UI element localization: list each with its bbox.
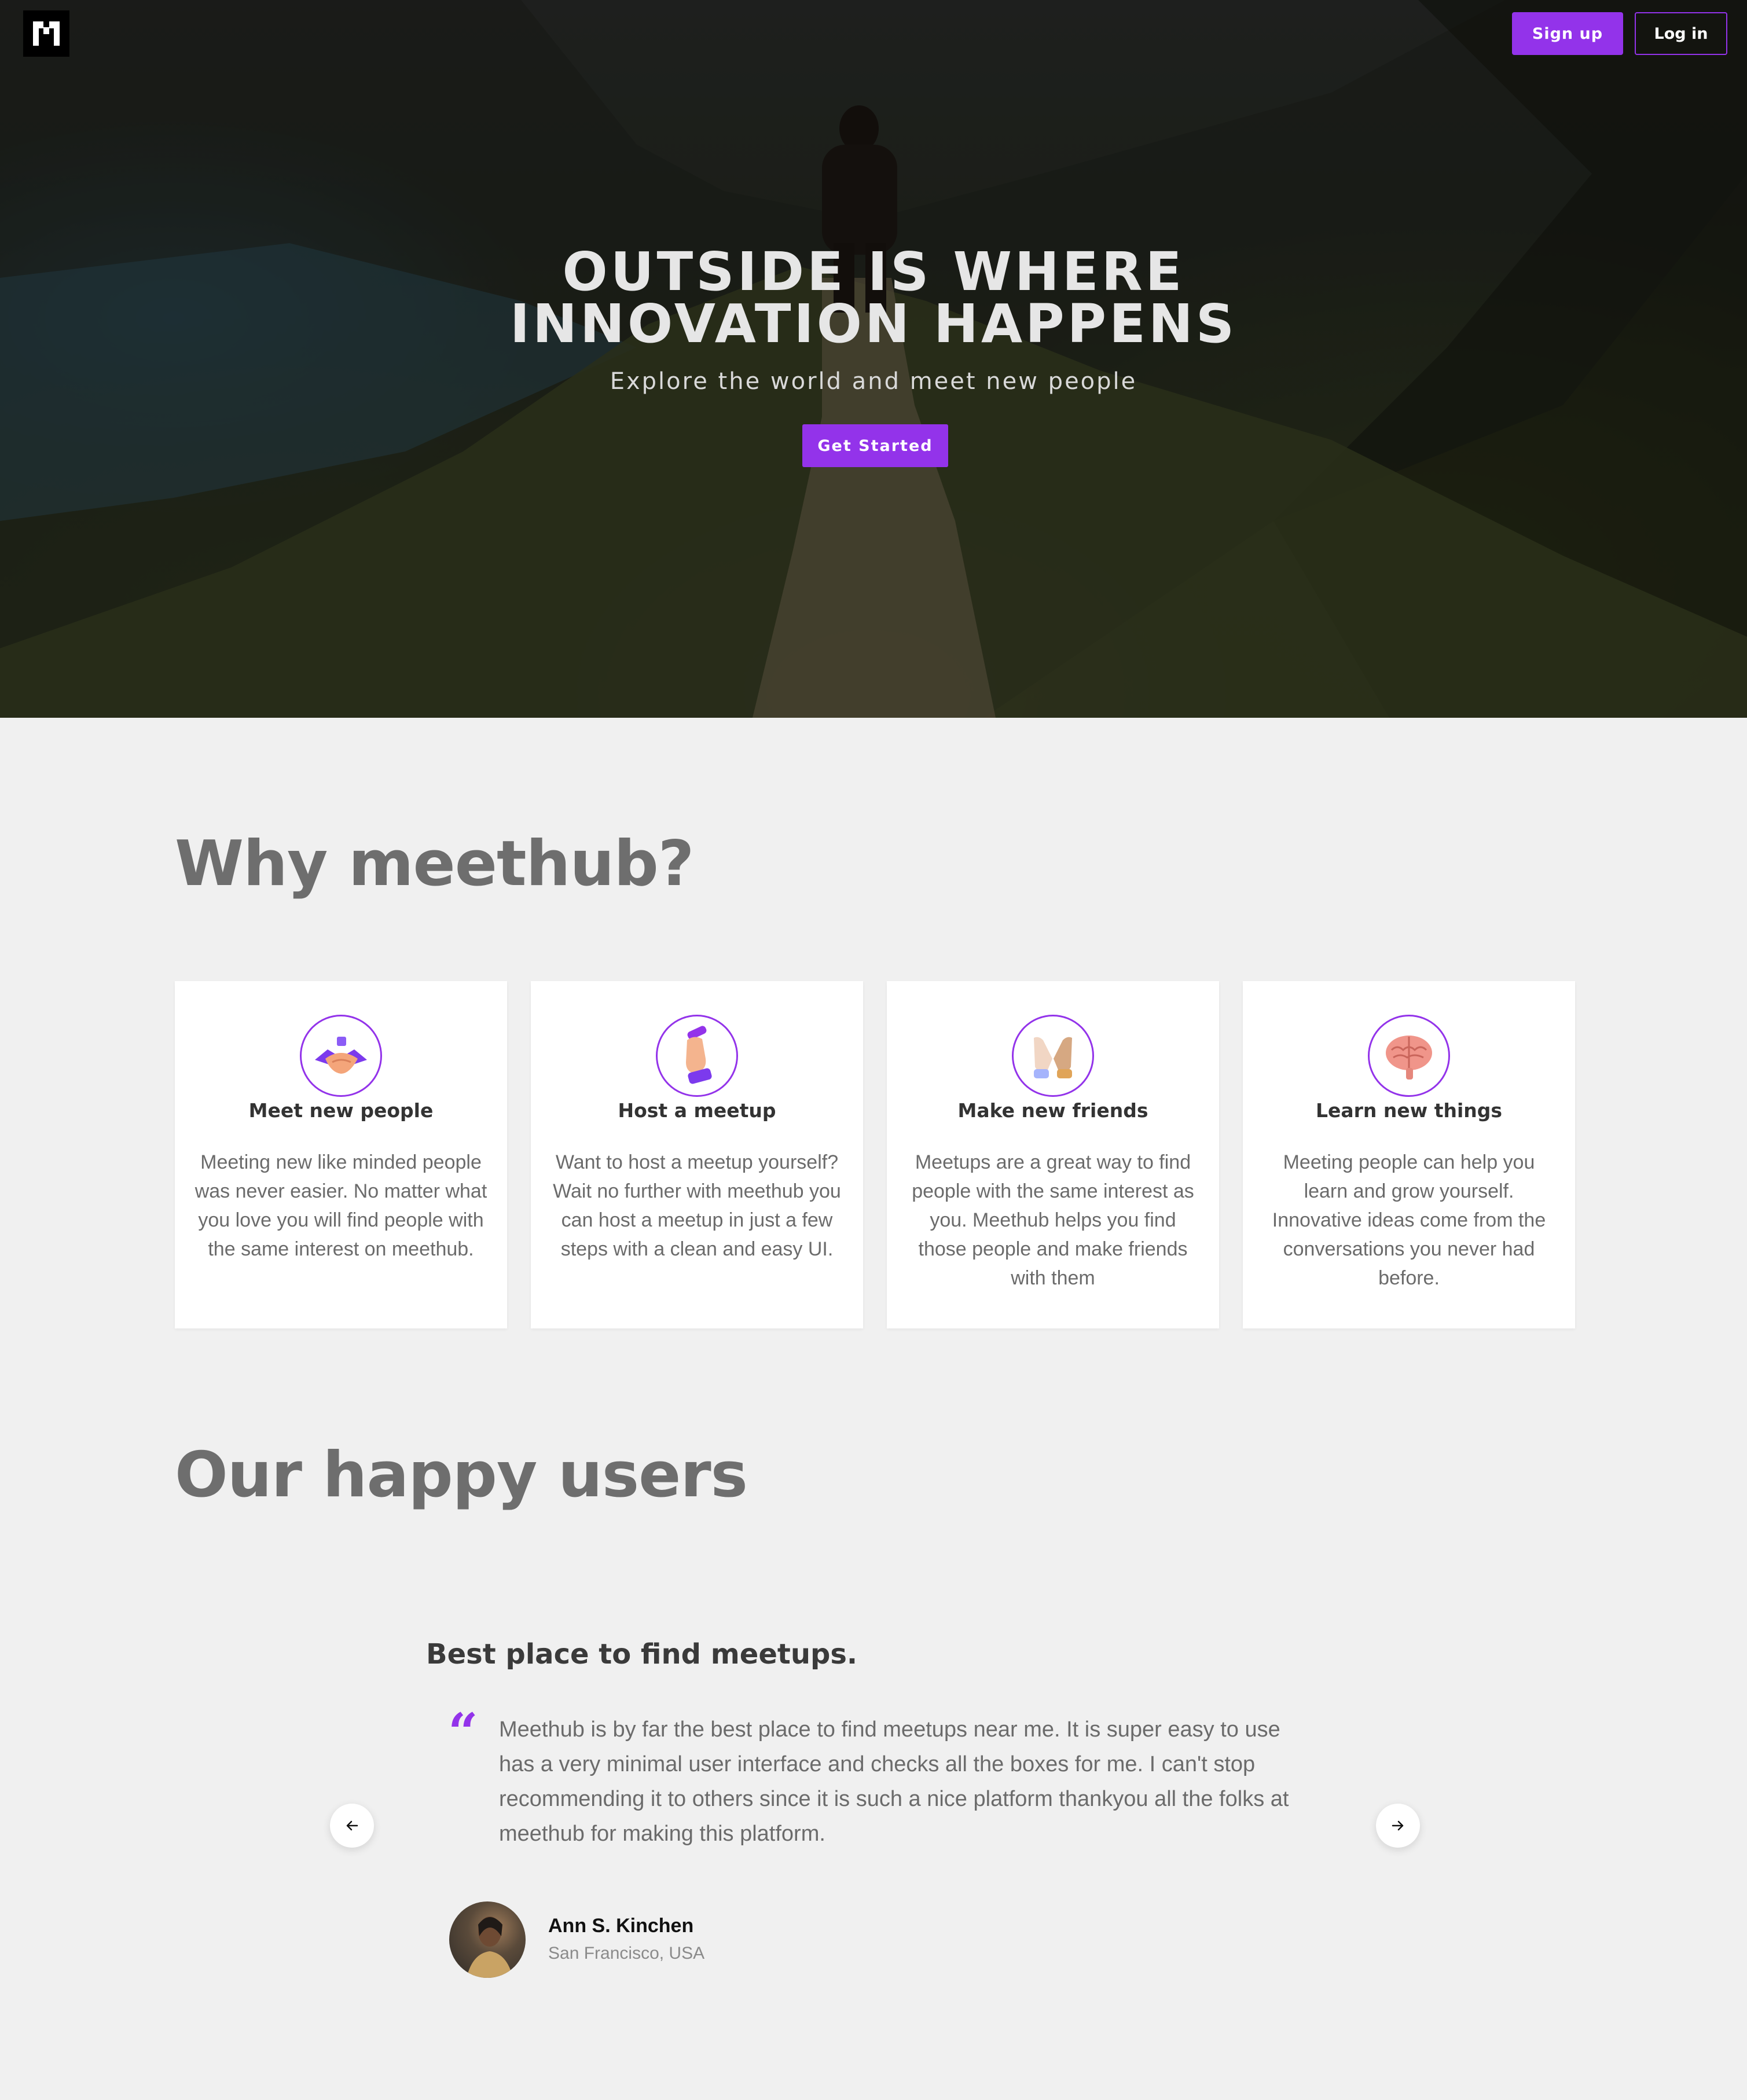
testimonial-author-location: San Francisco, USA (548, 1944, 705, 1963)
feature-card-title: Learn new things (1315, 1099, 1503, 1122)
hero-title-line-2: INNOVATION HAPPENS (509, 293, 1238, 355)
feature-card-description: Meeting new like minded people was never… (194, 1151, 487, 1260)
testimonial-author-name: Ann S. Kinchen (548, 1915, 694, 1937)
feature-card-learn-things: Learn new things Meeting people can help… (1243, 981, 1575, 1328)
meethub-logo-icon[interactable] (23, 10, 69, 57)
hero-overlay (0, 0, 1747, 718)
feature-card-make-friends: Make new friends Meetups are a great way… (887, 981, 1219, 1328)
next-testimonial-button[interactable] (1376, 1804, 1420, 1848)
testimonial-quote: Meethub is by far the best place to find… (499, 1717, 1289, 1846)
quote-icon: “ (448, 1702, 478, 1763)
feature-card-description: Want to host a meetup yourself? Wait no … (553, 1151, 841, 1260)
feature-card-title: Meet new people (248, 1099, 434, 1122)
avatar (449, 1901, 526, 1978)
arrow-right-icon (1392, 1820, 1404, 1831)
testimonial-heading: Best place to find meetups. (426, 1638, 858, 1671)
get-started-button[interactable]: Get Started (802, 424, 948, 467)
brain-icon (1368, 1015, 1450, 1097)
arrow-left-icon (346, 1820, 358, 1831)
handshake-icon (300, 1015, 382, 1097)
prev-testimonial-button[interactable] (330, 1804, 374, 1848)
why-section-title: Why meethub? (175, 828, 694, 900)
hero-title: OUTSIDE IS WHERE INNOVATION HAPPENS (0, 245, 1747, 351)
feature-card-description: Meeting people can help you learn and gr… (1272, 1151, 1546, 1289)
writing-hand-icon (656, 1015, 738, 1097)
login-button[interactable]: Log in (1635, 12, 1727, 55)
feature-card-host-meetup: Host a meetup Want to host a meetup your… (531, 981, 863, 1328)
high-five-icon (1012, 1015, 1094, 1097)
testimonials-section-title: Our happy users (175, 1439, 748, 1511)
signup-button[interactable]: Sign up (1512, 12, 1623, 55)
feature-card-meet-people: Meet new people Meeting new like minded … (175, 981, 507, 1328)
feature-card-title: Host a meetup (618, 1099, 776, 1122)
hero-subtitle: Explore the world and meet new people (610, 368, 1137, 395)
feature-card-description: Meetups are a great way to find people w… (912, 1151, 1194, 1289)
feature-card-title: Make new friends (957, 1099, 1148, 1122)
hero-section: Sign up Log in OUTSIDE IS WHERE INNOVATI… (0, 0, 1747, 718)
